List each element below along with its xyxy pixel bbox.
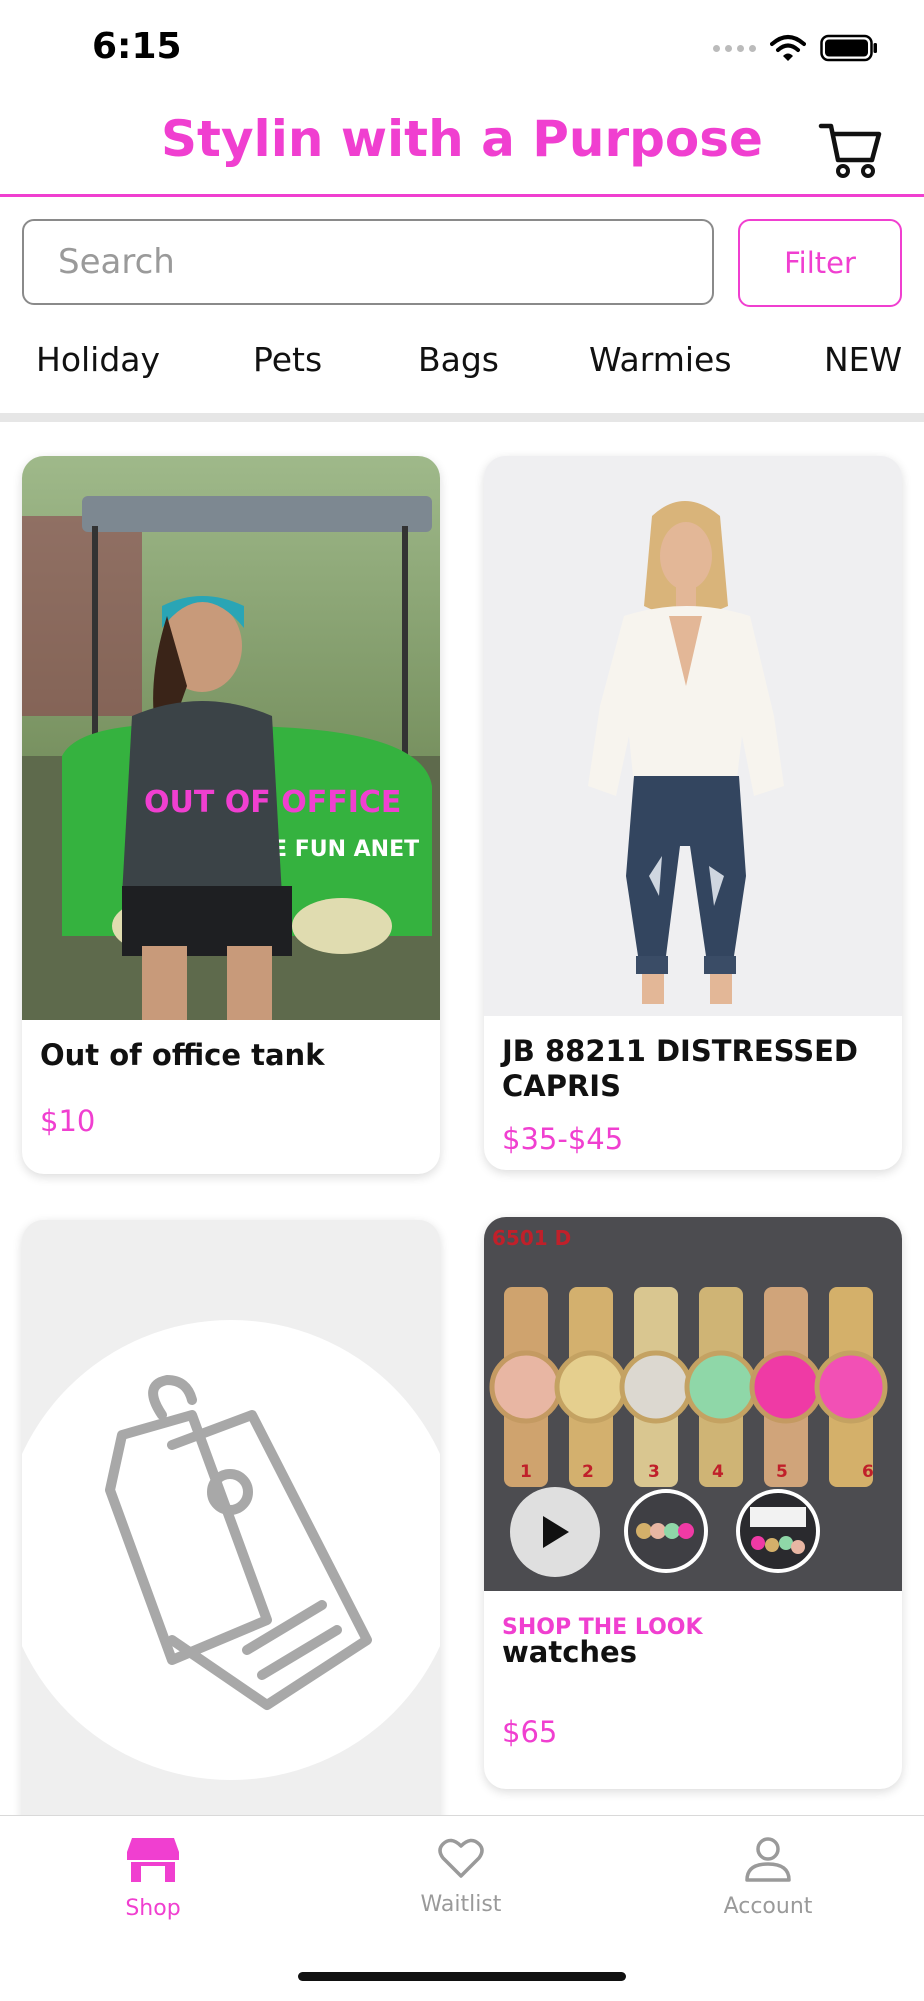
product-price: $65 (502, 1715, 558, 1749)
status-bar: 6:15 (0, 0, 924, 100)
category-divider (0, 413, 924, 422)
look-thumbnail[interactable] (736, 1489, 820, 1573)
product-image: E FUN ANET OUT OF OFFICE (22, 456, 440, 1020)
shop-icon (127, 1838, 179, 1882)
status-icons (713, 34, 878, 62)
svg-text:3: 3 (648, 1462, 660, 1482)
search-box (22, 219, 714, 305)
product-image (484, 456, 902, 1016)
app-header: Stylin with a Purpose (0, 100, 924, 197)
svg-text:6501 D: 6501 D (492, 1226, 571, 1250)
category-tab-bags[interactable]: Bags (418, 340, 499, 379)
product-name: JB 88211 DISTRESSED CAPRIS (502, 1034, 859, 1103)
product-name: watches (502, 1635, 637, 1669)
svg-text:E FUN ANET: E FUN ANET (272, 837, 419, 862)
nav-shop[interactable]: Shop (53, 1836, 253, 1921)
nav-waitlist-label: Waitlist (420, 1892, 502, 1917)
category-tabs: Holiday Pets Bags Warmies NEW (0, 334, 924, 394)
category-tab-new[interactable]: NEW (824, 340, 902, 379)
svg-text:6: 6 (862, 1462, 874, 1482)
svg-text:OUT OF OFFICE: OUT OF OFFICE (144, 785, 401, 820)
product-price: $35-$45 (502, 1122, 624, 1156)
heart-icon (438, 1838, 484, 1878)
product-card[interactable]: JB 88211 DISTRESSED CAPRIS $35-$45 (484, 456, 902, 1170)
app-title: Stylin with a Purpose (161, 110, 763, 168)
filter-button[interactable]: Filter (738, 219, 902, 307)
home-indicator (298, 1972, 626, 1981)
battery-icon (820, 34, 877, 62)
svg-text:4: 4 (712, 1462, 724, 1482)
product-card[interactable]: 6501 D 1 2 3 4 5 6 SHOP THE LOOK watches… (484, 1217, 902, 1789)
product-card[interactable] (22, 1220, 440, 1840)
svg-text:2: 2 (582, 1462, 594, 1482)
nav-account[interactable]: Account (668, 1836, 868, 1919)
nav-shop-label: Shop (125, 1896, 181, 1921)
product-name: Out of office tank (40, 1038, 325, 1072)
svg-text:1: 1 (520, 1462, 532, 1482)
category-tab-pets[interactable]: Pets (253, 340, 322, 379)
product-image-placeholder (22, 1220, 440, 1840)
look-thumbnail[interactable] (624, 1489, 708, 1573)
svg-text:5: 5 (776, 1462, 788, 1482)
nav-account-label: Account (723, 1894, 813, 1919)
search-row: Filter (22, 219, 902, 309)
cellular-signal-icon (713, 44, 756, 52)
status-time: 6:15 (92, 26, 182, 67)
cart-icon (818, 123, 882, 178)
nav-waitlist[interactable]: Waitlist (361, 1836, 561, 1917)
product-price: $10 (40, 1104, 96, 1138)
category-tab-holiday[interactable]: Holiday (36, 340, 160, 379)
cart-button[interactable] (818, 116, 884, 182)
search-input[interactable] (24, 221, 712, 303)
product-image: 6501 D 1 2 3 4 5 6 (484, 1217, 902, 1591)
play-video-button[interactable] (510, 1487, 600, 1577)
play-icon (543, 1516, 569, 1548)
product-card[interactable]: E FUN ANET OUT OF OFFICE Out of office t… (22, 456, 440, 1174)
person-icon (745, 1837, 791, 1882)
wifi-icon (770, 35, 806, 61)
category-tab-warmies[interactable]: Warmies (589, 340, 732, 379)
